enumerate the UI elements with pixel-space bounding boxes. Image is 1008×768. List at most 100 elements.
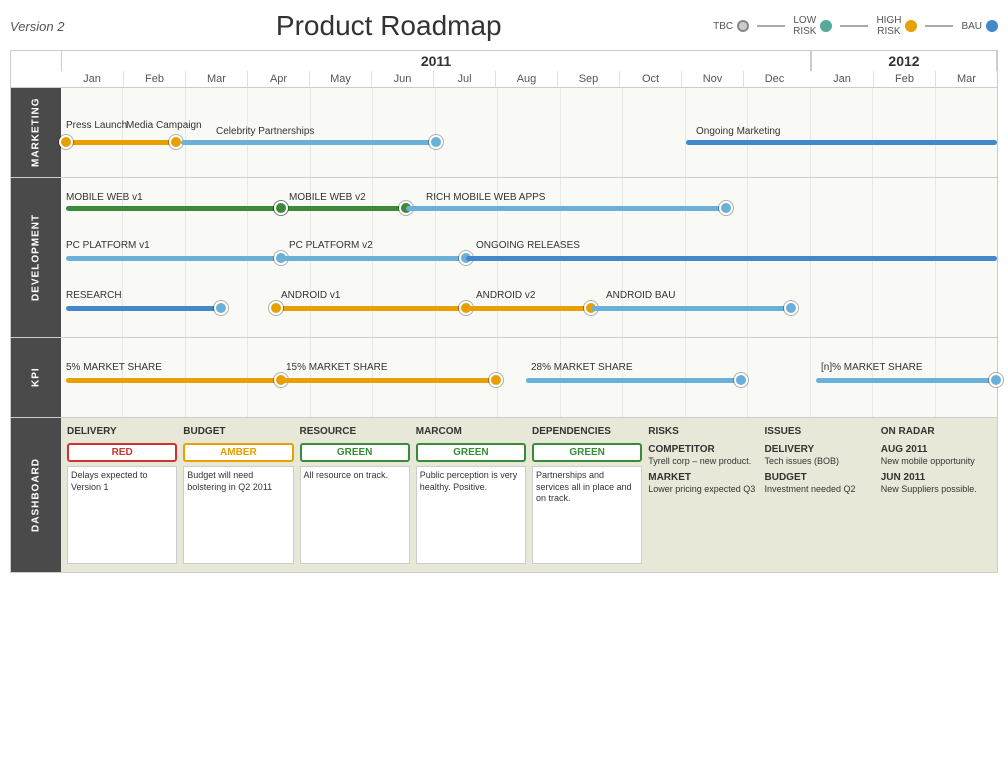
research-bar: [66, 306, 221, 311]
dash-risk-market-text: Lower pricing expected Q3: [648, 484, 758, 496]
dash-radar-2: JUN 2011 New Suppliers possible.: [881, 471, 991, 496]
android-v1-label: ANDROID v1: [281, 290, 340, 301]
page-title: Product Roadmap: [64, 10, 713, 42]
dash-budget-text: Budget will need bolstering in Q2 2011: [183, 466, 293, 564]
mobile-web-v2-node-start: [274, 201, 288, 215]
month-oct-2011: Oct: [619, 71, 681, 87]
version-label: Version 2: [10, 19, 64, 34]
month-aug-2011: Aug: [495, 71, 557, 87]
android-v2-label: ANDROID v2: [476, 290, 535, 301]
dash-delivery-text: Delays expected to Version 1: [67, 466, 177, 564]
android-bau-label: ANDROID BAU: [606, 290, 675, 301]
dash-issue-delivery: DELIVERY Tech issues (BOB): [765, 443, 875, 468]
high-dot: [905, 20, 917, 32]
dash-resource-header: RESOURCE: [300, 426, 410, 437]
month-may-2011: May: [309, 71, 371, 87]
kpi-content: 5% MARKET SHARE 15% MARKET SHARE 28% MAR…: [61, 338, 997, 417]
dash-budget-header: BUDGET: [183, 426, 293, 437]
marketing-ongoing-label: Ongoing Marketing: [696, 126, 781, 137]
legend-bau: BAU: [961, 20, 998, 32]
android-v2-bar: [466, 306, 591, 311]
gc13: [810, 88, 872, 177]
month-jan-2012: Jan: [811, 71, 873, 87]
kpi-label-1: 5% MARKET SHARE: [66, 362, 162, 373]
high-label: HIGH RISK: [876, 15, 901, 37]
dash-issue-budget-title: BUDGET: [765, 471, 875, 484]
development-label: DEVELOPMENT: [11, 178, 61, 337]
dash-radar-1-title: AUG 2011: [881, 443, 991, 456]
month-dec-2011: Dec: [743, 71, 805, 87]
research-node: [214, 301, 228, 315]
dash-radar: ON RADAR AUG 2011 New mobile opportunity…: [881, 426, 991, 564]
page: Version 2 Product Roadmap TBC LOW RISK H…: [0, 0, 1008, 768]
dash-marcom-text: Public perception is very healthy. Posit…: [416, 466, 526, 564]
dash-delivery-badge: RED: [67, 443, 177, 462]
dash-dependencies-badge: GREEN: [532, 443, 642, 462]
dash-marcom-header: MARCOM: [416, 426, 526, 437]
pc-platform-v1-bar: [66, 256, 281, 261]
dash-radar-header: ON RADAR: [881, 426, 991, 437]
rich-mobile-label: RICH MOBILE WEB APPS: [426, 192, 545, 203]
bau-dot: [986, 20, 998, 32]
kpi-bar-3: [526, 378, 741, 383]
dashboard-section: DASHBOARD DELIVERY RED Delays expected t…: [11, 417, 997, 572]
year-2012-label: 2012: [811, 51, 997, 71]
year-2012: 2012 Jan Feb Mar: [811, 51, 997, 87]
tbc-dot: [737, 20, 749, 32]
dash-radar-2-title: JUN 2011: [881, 471, 991, 484]
dash-risk-competitor-title: COMPETITOR: [648, 443, 758, 456]
kpi-label-3: 28% MARKET SHARE: [531, 362, 633, 373]
legend: TBC LOW RISK HIGH RISK BAU: [713, 15, 998, 37]
bau-label: BAU: [961, 21, 982, 32]
kpi-bar-1: [66, 378, 281, 383]
dash-dependencies-text: Partnerships and services all in place a…: [532, 466, 642, 564]
legend-high: HIGH RISK: [876, 15, 917, 37]
marketing-node-2: [429, 135, 443, 149]
gc14: [872, 88, 934, 177]
rich-mobile-bar: [406, 206, 726, 211]
dash-budget-badge: AMBER: [183, 443, 293, 462]
kpi-label-2: 15% MARKET SHARE: [286, 362, 388, 373]
grid-lines-marketing: [61, 88, 997, 177]
mobile-web-v2-bar: [281, 206, 406, 211]
android-bau-bar: [591, 306, 791, 311]
dashboard-content: DELIVERY RED Delays expected to Version …: [61, 418, 997, 572]
dash-resource: RESOURCE GREEN All resource on track.: [300, 426, 410, 564]
dash-risk-competitor: COMPETITOR Tyrell corp – new product.: [648, 443, 758, 468]
dash-radar-1: AUG 2011 New mobile opportunity: [881, 443, 991, 468]
kpi-bar-4: [816, 378, 996, 383]
low-dot: [820, 20, 832, 32]
gc6: [372, 88, 434, 177]
dash-issues: ISSUES DELIVERY Tech issues (BOB) BUDGET…: [765, 426, 875, 564]
month-feb-2011: Feb: [123, 71, 185, 87]
kpi-section: KPI 5% MARKET SHARE 15% MARKET SHARE 28%…: [11, 337, 997, 417]
dash-resource-text: All resource on track.: [300, 466, 410, 564]
dash-risk-market: MARKET Lower pricing expected Q3: [648, 471, 758, 496]
months-2012: Jan Feb Mar: [811, 71, 997, 87]
kpi-node-3: [734, 373, 748, 387]
month-jan-2011: Jan: [61, 71, 123, 87]
gc15: [935, 88, 997, 177]
dash-delivery-header: DELIVERY: [67, 426, 177, 437]
gc8: [497, 88, 559, 177]
header: Version 2 Product Roadmap TBC LOW RISK H…: [10, 10, 998, 42]
dash-marcom: MARCOM GREEN Public perception is very h…: [416, 426, 526, 564]
marketing-bar-3: [686, 140, 997, 145]
dash-delivery: DELIVERY RED Delays expected to Version …: [67, 426, 177, 564]
gk12: [747, 338, 809, 417]
rich-mobile-node: [719, 201, 733, 215]
dash-issues-list: DELIVERY Tech issues (BOB) BUDGET Invest…: [765, 443, 875, 495]
dash-budget: BUDGET AMBER Budget will need bolstering…: [183, 426, 293, 564]
month-mar-2012: Mar: [935, 71, 997, 87]
android-v1-node-start: [269, 301, 283, 315]
dash-dependencies: DEPENDENCIES GREEN Partnerships and serv…: [532, 426, 642, 564]
ongoing-releases-bar: [466, 256, 997, 261]
development-section: DEVELOPMENT MOBILE WEB v1 MOBILE WEB v2 …: [11, 177, 997, 337]
tbc-label: TBC: [713, 21, 733, 32]
mobile-web-v1-bar: [66, 206, 281, 211]
month-jul-2011: Jul: [433, 71, 495, 87]
gc9: [560, 88, 622, 177]
dash-issue-delivery-text: Tech issues (BOB): [765, 456, 875, 468]
development-content: MOBILE WEB v1 MOBILE WEB v2 RICH MOBILE …: [61, 178, 997, 337]
kpi-node-4: [989, 373, 1003, 387]
